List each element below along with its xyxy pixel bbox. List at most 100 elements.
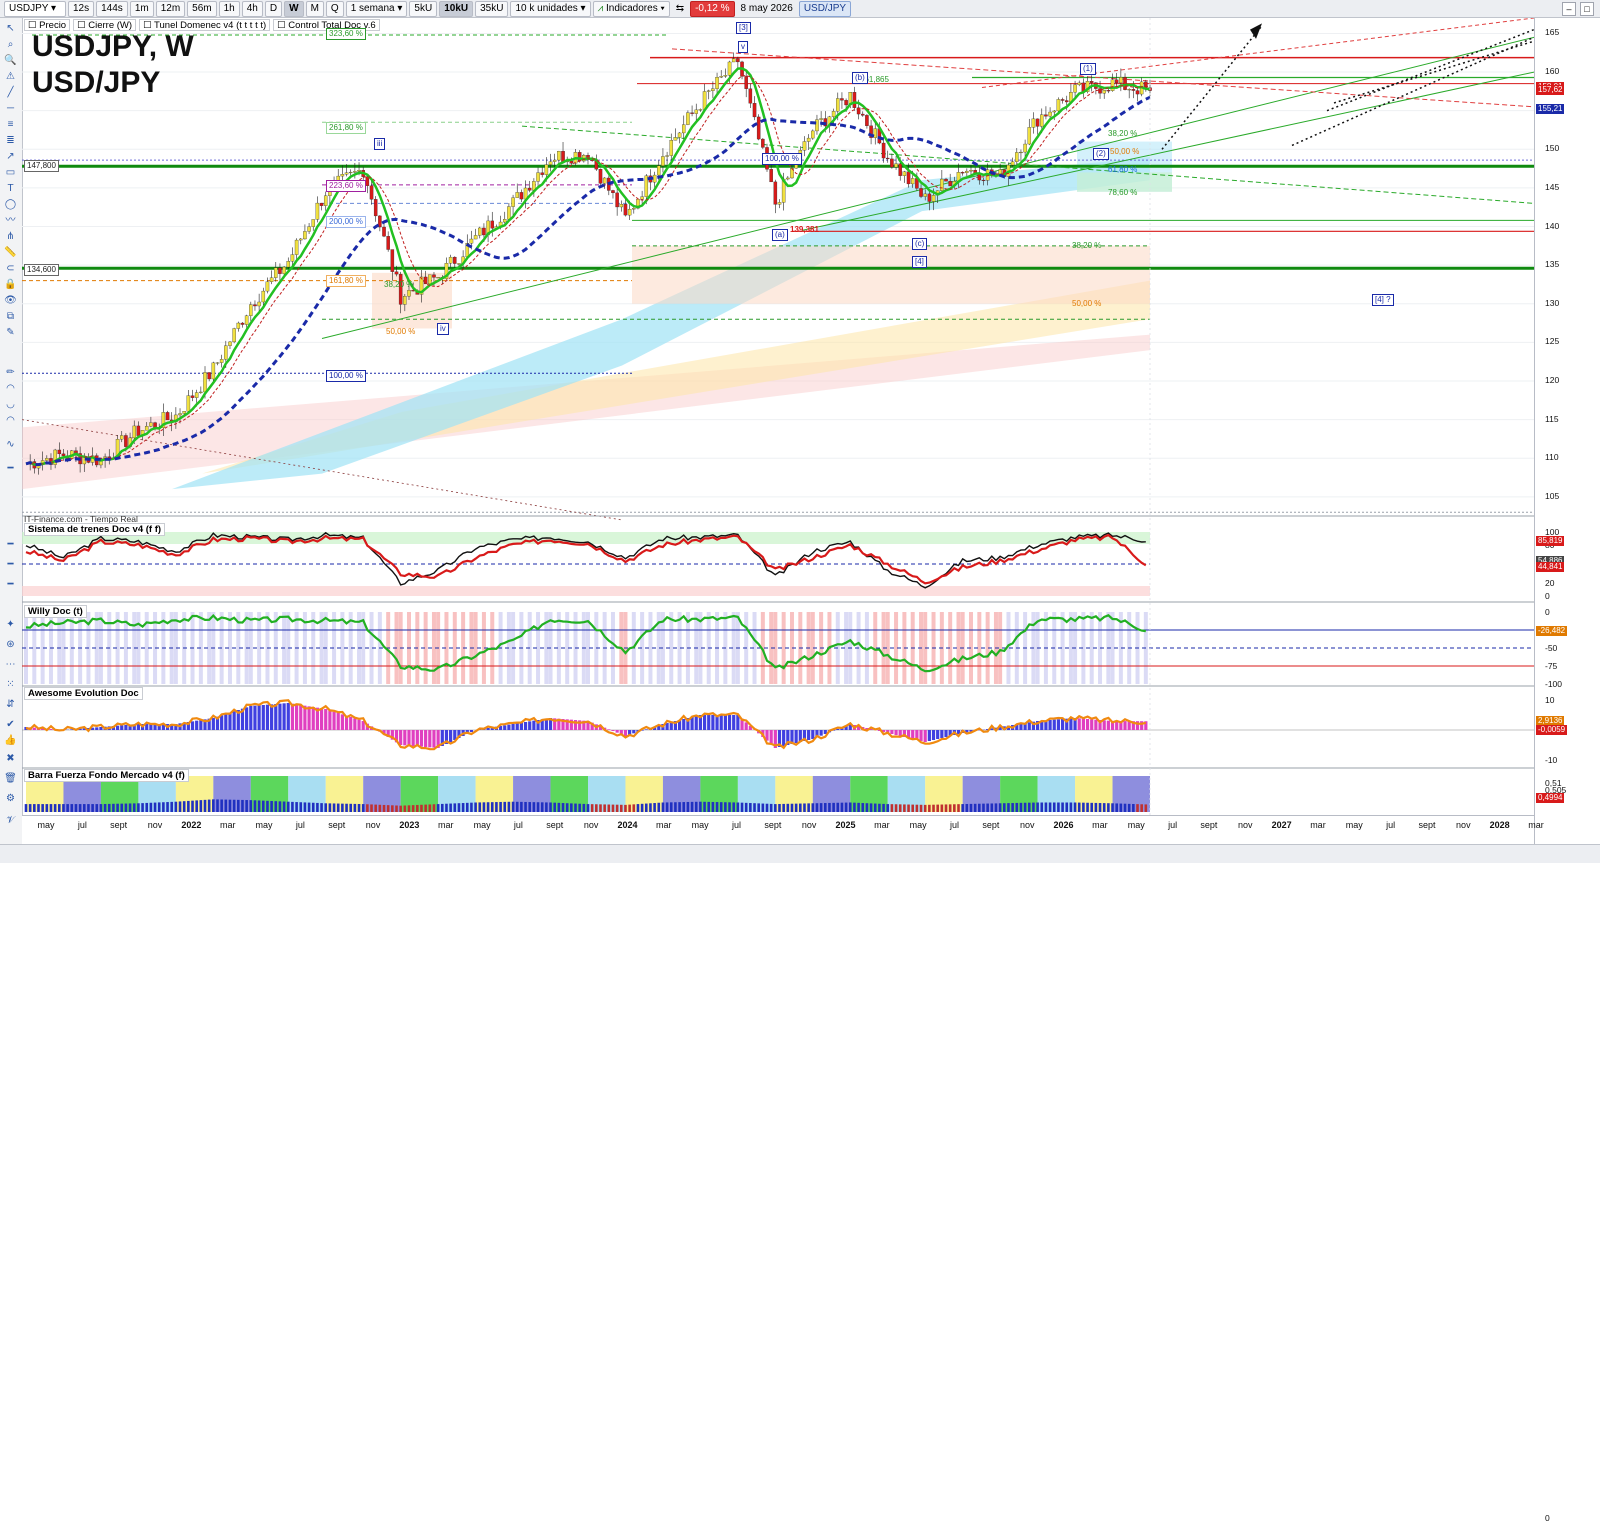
units-selector[interactable]: 10 k unidades ▾ — [510, 1, 590, 17]
awesome-bar — [1028, 722, 1031, 730]
candle-body — [665, 156, 668, 157]
indicators-button[interactable]: ⩘ Indicadores ▾ — [593, 1, 670, 17]
magnifier-icon[interactable]: 🔍 — [3, 54, 18, 67]
grid-icon[interactable]: ⁙ — [3, 678, 18, 691]
settings-icon[interactable]: ⚙ — [3, 792, 18, 805]
ellipse-tool-icon[interactable]: ◯ — [3, 198, 18, 211]
barra-bar — [537, 802, 540, 812]
barra-bar — [320, 803, 323, 812]
shape-red-icon[interactable]: ◠ — [3, 382, 18, 395]
fib-tool-icon[interactable]: ≣ — [3, 134, 18, 147]
candle-body — [724, 75, 727, 76]
shape-green-icon[interactable]: ◠ — [3, 414, 18, 427]
barra-bar — [812, 803, 815, 812]
lock-icon[interactable]: 🔒 — [3, 278, 18, 291]
hline-green-3-icon[interactable]: ━ — [3, 578, 18, 591]
wave-tool-icon[interactable]: ∿ — [3, 438, 18, 451]
arrow-up-icon[interactable]: ↗ — [3, 150, 18, 163]
awesome-bar — [1107, 721, 1110, 730]
barra-bar — [478, 802, 481, 812]
shape-blue-icon[interactable]: ◡ — [3, 398, 18, 411]
candle-body — [511, 198, 514, 207]
hline-red-icon[interactable]: ━ — [3, 558, 18, 571]
barra-bar — [487, 802, 490, 812]
magnet-icon[interactable]: ⊂ — [3, 262, 18, 275]
size-button[interactable]: 35kU — [475, 1, 508, 17]
thumbs-up-icon[interactable]: 👍 — [3, 734, 18, 747]
price-axis[interactable]: 1651601551501451401351301251201151101051… — [1534, 18, 1600, 844]
interval-button[interactable]: M — [306, 1, 324, 17]
interval-button[interactable]: Q — [326, 1, 344, 17]
candle-body — [570, 161, 573, 163]
check-icon[interactable]: ✔ — [3, 718, 18, 731]
interval-button[interactable]: D — [265, 1, 282, 17]
refresh-icon[interactable]: ⇆ — [672, 2, 688, 16]
candle-body — [387, 236, 390, 249]
chart-type-icon[interactable]: ⇵ — [3, 698, 18, 711]
size-button[interactable]: 10kU — [439, 1, 473, 17]
hline-tool-icon[interactable]: ─ — [3, 102, 18, 115]
size-button[interactable]: 5kU — [409, 1, 437, 17]
interval-button[interactable]: 56m — [187, 1, 216, 17]
time-axis[interactable]: mayjulseptnov2022marmayjulseptnov2023mar… — [22, 815, 1534, 845]
candle-body — [670, 140, 673, 155]
channel-tool-icon[interactable]: ≡ — [3, 118, 18, 131]
interval-button[interactable]: 144s — [96, 1, 128, 17]
line-tool-icon[interactable]: ╱ — [3, 86, 18, 99]
brand-icon[interactable]: 𝒱 — [3, 814, 18, 827]
fib-label: 38,20 % — [1072, 241, 1101, 250]
maximize-icon[interactable]: □ — [1580, 2, 1594, 16]
awesome-bar — [320, 708, 323, 730]
interval-button[interactable]: 1m — [130, 1, 154, 17]
barra-bar — [50, 804, 53, 812]
range-selector[interactable]: 1 semana ▾ — [346, 1, 408, 17]
barra-bar — [653, 803, 656, 812]
candle-body — [728, 62, 731, 75]
alert-icon[interactable]: ⚠ — [3, 70, 18, 83]
candle-body — [270, 278, 273, 282]
zoom-icon[interactable]: ⌕ — [3, 38, 18, 51]
hline-green-2-icon[interactable]: ━ — [3, 538, 18, 551]
cursor-icon[interactable]: ↖ — [3, 22, 18, 35]
polyline-tool-icon[interactable]: 〰 — [3, 214, 18, 227]
pencil-icon[interactable]: ✏ — [3, 366, 18, 379]
interval-button[interactable]: 12m — [156, 1, 185, 17]
awesome-bar — [307, 706, 310, 730]
hline-green-icon[interactable]: ━ — [3, 462, 18, 475]
layers-icon[interactable]: ⧉ — [3, 310, 18, 323]
panel-tag: -26,482 — [1536, 626, 1567, 636]
barra-bar — [870, 803, 873, 812]
candle-body — [503, 219, 506, 222]
awesome-bar — [732, 715, 735, 730]
barra-bar — [803, 803, 806, 812]
awesome-bar — [249, 706, 252, 730]
interval-button[interactable]: 4h — [242, 1, 263, 17]
brush-icon[interactable]: ✎ — [3, 326, 18, 339]
symbol-selector[interactable]: USDJPY ▾ — [4, 1, 66, 17]
ruler-tool-icon[interactable]: 📏 — [3, 246, 18, 259]
price-chart[interactable] — [22, 18, 1534, 815]
time-tick: 2027 — [1272, 820, 1292, 830]
label-icon[interactable]: ⊛ — [3, 638, 18, 651]
barra-bar — [587, 804, 590, 812]
pitchfork-tool-icon[interactable]: ⋔ — [3, 230, 18, 243]
rectangle-tool-icon[interactable]: ▭ — [3, 166, 18, 179]
text-tool-icon[interactable]: T — [3, 182, 18, 195]
candle-body — [1044, 115, 1047, 116]
interval-button[interactable]: W — [284, 1, 303, 17]
trash-icon[interactable]: 🗑 — [3, 772, 18, 785]
eye-icon[interactable]: 👁 — [3, 294, 18, 307]
candle-body — [1011, 162, 1014, 165]
interval-button[interactable]: 1h — [219, 1, 240, 17]
awesome-bar — [899, 730, 902, 736]
dots-icon[interactable]: ⋯ — [3, 658, 18, 671]
panel-tag: 44,841 — [1536, 562, 1564, 572]
candle-body — [1115, 80, 1118, 83]
star-icon[interactable]: ✦ — [3, 618, 18, 631]
delete-icon[interactable]: ✖ — [3, 752, 18, 765]
minimize-icon[interactable]: – — [1562, 2, 1576, 16]
interval-button[interactable]: 12s — [68, 1, 94, 17]
barra-bar — [674, 802, 677, 812]
barra-band — [738, 776, 775, 812]
barra-bar — [54, 804, 57, 812]
